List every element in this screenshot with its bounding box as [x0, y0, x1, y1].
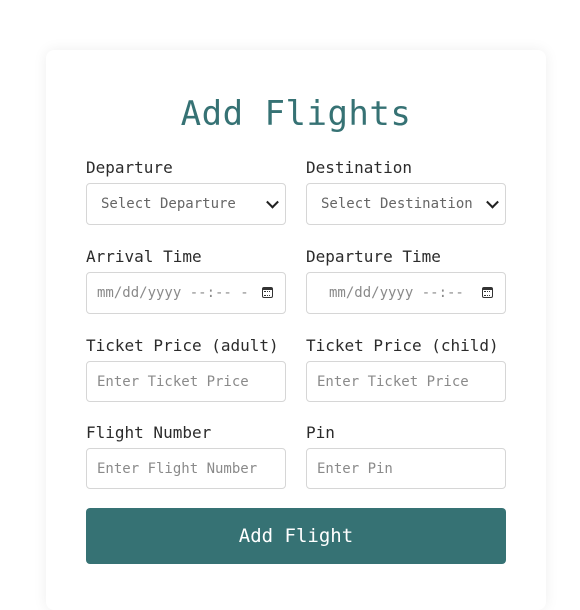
pin-input[interactable]: Enter Pin: [306, 448, 506, 489]
destination-label: Destination: [306, 158, 412, 177]
departure-select[interactable]: Select Departure: [86, 183, 286, 225]
flight-number-label: Flight Number: [86, 423, 212, 442]
chevron-down-icon: [266, 195, 279, 209]
flight-number-field: Flight Number Enter Flight Number: [86, 423, 286, 489]
ticket-price-child-input[interactable]: Enter Ticket Price: [306, 361, 506, 402]
flight-number-placeholder: Enter Flight Number: [97, 460, 258, 477]
arrival-time-value: mm/dd/yyyy --:-- -: [97, 285, 249, 301]
ticket-price-adult-input[interactable]: Enter Ticket Price: [86, 361, 286, 402]
flight-number-input[interactable]: Enter Flight Number: [86, 448, 286, 489]
ticket-price-child-field: Ticket Price (child) Enter Ticket Price: [306, 336, 506, 402]
destination-select-value: Select Destination: [321, 196, 473, 212]
chevron-down-icon: [486, 195, 499, 209]
departure-time-input[interactable]: mm/dd/yyyy --:--: [306, 272, 506, 314]
arrival-time-field: Arrival Time mm/dd/yyyy --:-- -: [86, 247, 286, 314]
arrival-time-label: Arrival Time: [86, 247, 202, 266]
calendar-icon[interactable]: [262, 287, 273, 298]
calendar-icon[interactable]: [482, 287, 493, 298]
ticket-price-child-label: Ticket Price (child): [306, 336, 499, 355]
destination-select[interactable]: Select Destination: [306, 183, 506, 225]
departure-time-field: Departure Time mm/dd/yyyy --:--: [306, 247, 506, 314]
ticket-price-adult-label: Ticket Price (adult): [86, 336, 279, 355]
arrival-time-input[interactable]: mm/dd/yyyy --:-- -: [86, 272, 286, 314]
departure-field: Departure Select Departure: [86, 158, 286, 225]
ticket-price-adult-field: Ticket Price (adult) Enter Ticket Price: [86, 336, 286, 402]
departure-time-value: mm/dd/yyyy --:--: [329, 285, 464, 301]
add-flight-button[interactable]: Add Flight: [86, 508, 506, 564]
pin-label: Pin: [306, 423, 335, 442]
page-title: Add Flights: [180, 94, 412, 134]
pin-placeholder: Enter Pin: [317, 460, 393, 477]
departure-time-label: Departure Time: [306, 247, 441, 266]
departure-label: Departure: [86, 158, 173, 177]
pin-field: Pin Enter Pin: [306, 423, 506, 489]
ticket-price-child-placeholder: Enter Ticket Price: [317, 373, 469, 390]
ticket-price-adult-placeholder: Enter Ticket Price: [97, 373, 249, 390]
add-flight-form-card: Add Flights Departure Select Departure D…: [46, 50, 546, 610]
departure-select-value: Select Departure: [101, 196, 236, 212]
destination-field: Destination Select Destination: [306, 158, 506, 225]
